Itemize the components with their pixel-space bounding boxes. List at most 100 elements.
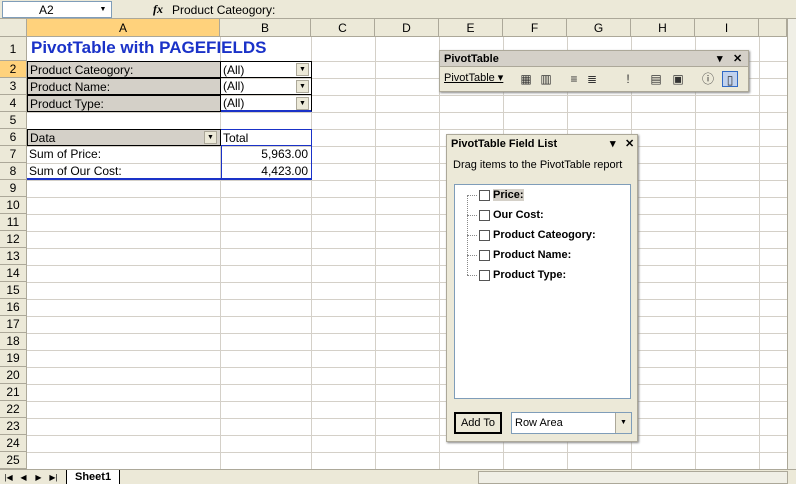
field-list-tree[interactable]: Price: Our Cost: Product Cateogory: Prod… — [454, 184, 631, 399]
row-header[interactable]: 6 — [0, 129, 27, 146]
close-icon[interactable]: ✕ — [733, 51, 742, 67]
gridline — [27, 265, 787, 266]
last-sheet-icon[interactable]: ▶| — [47, 471, 60, 484]
panel-options-icon[interactable]: ▾ — [610, 136, 616, 152]
data-row-value[interactable]: 4,423.00 — [221, 163, 312, 180]
chart-wizard-icon[interactable]: ▥ — [538, 71, 554, 87]
field-list-hint: Drag items to the PivotTable report — [453, 159, 623, 171]
page-field-label-name[interactable]: Product Name: — [27, 78, 221, 95]
toolbar-options-icon[interactable]: ▾ — [717, 51, 723, 67]
total-header-cell[interactable]: Total — [221, 129, 312, 146]
field-item-product-category[interactable]: Product Cateogory: — [467, 227, 596, 243]
select-all-corner[interactable] — [0, 19, 27, 37]
data-row-value[interactable]: 5,963.00 — [221, 146, 312, 163]
sheet-title-cell[interactable]: PivotTable with PAGEFIELDS — [31, 38, 267, 58]
column-header-i[interactable]: I — [695, 19, 759, 37]
show-detail-icon[interactable]: ≣ — [584, 71, 600, 87]
field-info-icon[interactable]: ⓘ — [700, 71, 716, 87]
row-header[interactable]: 15 — [0, 282, 27, 299]
row-header[interactable]: 9 — [0, 180, 27, 197]
field-list-titlebar[interactable]: PivotTable Field List ▾ ✕ — [447, 135, 637, 153]
formula-input[interactable]: Product Cateogory: — [172, 3, 275, 17]
dropdown-arrow-icon[interactable]: ▼ — [615, 413, 631, 433]
pivottable-menu-button[interactable]: PivotTable ▾ — [444, 70, 503, 86]
row-header[interactable]: 13 — [0, 248, 27, 265]
gridline — [759, 37, 760, 469]
row-header[interactable]: 8 — [0, 163, 27, 180]
row-header[interactable]: 24 — [0, 435, 27, 452]
field-item-our-cost[interactable]: Our Cost: — [467, 207, 544, 223]
row-header[interactable]: 5 — [0, 112, 27, 129]
dropdown-arrow-icon[interactable]: ▼ — [296, 80, 309, 93]
gridline — [27, 350, 787, 351]
pivottable-toolbar-title: PivotTable — [444, 53, 499, 65]
column-header-g[interactable]: G — [567, 19, 631, 37]
row-header[interactable]: 18 — [0, 333, 27, 350]
sheet-tab-sheet1[interactable]: Sheet1 — [66, 470, 121, 484]
row-header[interactable]: 4 — [0, 95, 27, 112]
name-box[interactable]: A2 ▼ — [2, 1, 112, 18]
refresh-data-icon[interactable]: ! — [620, 71, 636, 87]
gridline — [27, 180, 787, 181]
field-label: Product Type: — [493, 269, 567, 281]
field-icon — [479, 209, 490, 221]
row-header[interactable]: 12 — [0, 231, 27, 248]
row-header[interactable]: 2 — [0, 61, 27, 78]
data-header-cell[interactable]: Data — [27, 129, 221, 146]
column-header-h[interactable]: H — [631, 19, 695, 37]
row-header[interactable]: 17 — [0, 316, 27, 333]
row-header[interactable]: 21 — [0, 384, 27, 401]
column-header-a[interactable]: A — [27, 19, 220, 37]
row-header[interactable]: 22 — [0, 401, 27, 418]
area-select[interactable]: Row Area ▼ — [511, 412, 632, 434]
column-header-b[interactable]: B — [220, 19, 311, 37]
fx-icon[interactable]: fx — [153, 2, 163, 17]
column-header-e[interactable]: E — [439, 19, 503, 37]
row-header[interactable]: 20 — [0, 367, 27, 384]
name-box-value: A2 — [39, 3, 54, 17]
data-row-label[interactable]: Sum of Our Cost: — [27, 163, 221, 180]
pivottable-toolbar: PivotTable ▾ ✕ PivotTable ▾ ▦ ▥ ≡ ≣ ! ▤ … — [439, 50, 749, 92]
gridline — [27, 316, 787, 317]
column-header-f[interactable]: F — [503, 19, 567, 37]
row-header[interactable]: 23 — [0, 418, 27, 435]
column-header-d[interactable]: D — [375, 19, 439, 37]
field-item-product-name[interactable]: Product Name: — [467, 247, 571, 263]
close-icon[interactable]: ✕ — [625, 136, 634, 152]
next-sheet-icon[interactable]: ▶ — [32, 471, 45, 484]
dropdown-arrow-icon[interactable]: ▼ — [296, 97, 309, 110]
add-to-button[interactable]: Add To — [454, 412, 502, 434]
pivottable-toolbar-titlebar[interactable]: PivotTable ▾ ✕ — [440, 51, 748, 67]
row-header[interactable]: 10 — [0, 197, 27, 214]
field-item-product-type[interactable]: Product Type: — [467, 267, 566, 283]
format-report-icon[interactable]: ▦ — [518, 71, 534, 87]
row-header[interactable]: 14 — [0, 265, 27, 282]
dropdown-arrow-icon[interactable]: ▼ — [296, 63, 309, 76]
field-item-price[interactable]: Price: — [467, 187, 524, 203]
page-field-label-category[interactable]: Product Cateogory: — [27, 61, 221, 78]
vertical-scrollbar[interactable] — [787, 19, 796, 469]
show-field-list-icon[interactable]: ▯ — [722, 71, 738, 87]
horizontal-scrollbar[interactable] — [478, 471, 788, 484]
field-label: Our Cost: — [493, 209, 544, 221]
name-box-dropdown-icon[interactable]: ▼ — [96, 3, 110, 16]
data-row-label[interactable]: Sum of Price: — [27, 146, 221, 163]
gridline — [27, 384, 787, 385]
hide-detail-icon[interactable]: ≡ — [566, 71, 582, 87]
row-header[interactable]: 7 — [0, 146, 27, 163]
column-header-partial[interactable] — [759, 19, 787, 37]
prev-sheet-icon[interactable]: ◀ — [17, 471, 30, 484]
row-header[interactable]: 1 — [0, 37, 27, 61]
include-hidden-items-icon[interactable]: ▣ — [670, 71, 686, 87]
field-settings-icon[interactable]: ▤ — [648, 71, 664, 87]
row-header[interactable]: 19 — [0, 350, 27, 367]
page-field-label-type[interactable]: Product Type: — [27, 95, 221, 112]
row-header[interactable]: 25 — [0, 452, 27, 469]
row-header[interactable]: 3 — [0, 78, 27, 95]
first-sheet-icon[interactable]: |◀ — [2, 471, 15, 484]
column-header-c[interactable]: C — [311, 19, 375, 37]
row-header[interactable]: 11 — [0, 214, 27, 231]
dropdown-arrow-icon[interactable]: ▼ — [204, 131, 217, 144]
row-header[interactable]: 16 — [0, 299, 27, 316]
field-list-title: PivotTable Field List — [451, 138, 558, 150]
